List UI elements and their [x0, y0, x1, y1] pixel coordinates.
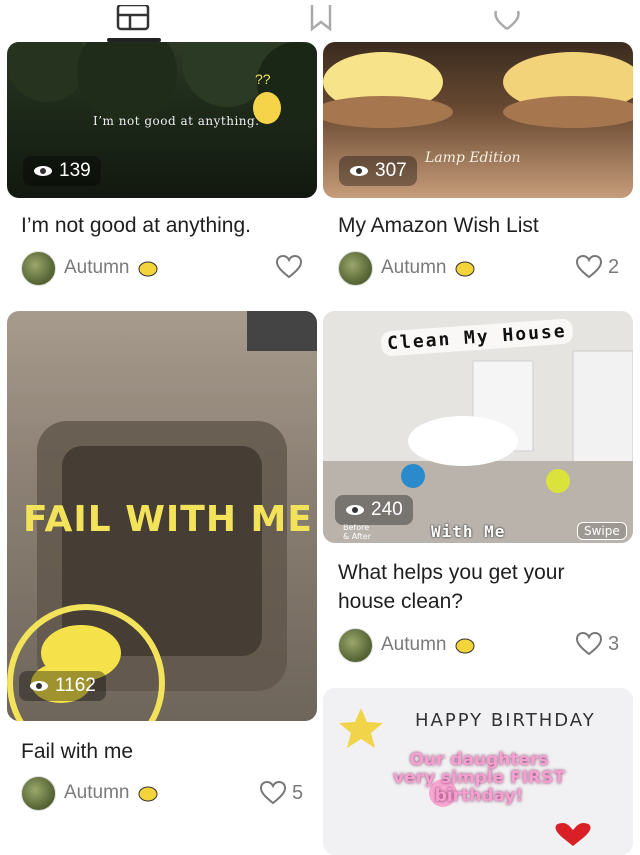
overlay-line3: birthday! — [434, 786, 524, 806]
overlay-line2: very simple FIRST — [393, 768, 565, 788]
overlay-top: HAPPY BIRTHDAY — [415, 710, 596, 731]
like-count: 5 — [292, 781, 304, 804]
author-name: Autumn — [64, 257, 130, 278]
avatar — [21, 775, 56, 811]
post-title-line1: What helps you get your — [338, 561, 565, 584]
view-count-badge: 240 — [335, 495, 413, 525]
overlay-text: FAIL WITH ME — [23, 499, 313, 540]
view-count: 240 — [371, 499, 403, 520]
lemon-icon — [455, 638, 475, 654]
lemon-icon — [455, 261, 475, 277]
active-tab-indicator — [107, 38, 161, 42]
eye-icon — [30, 681, 48, 691]
heart-icon — [576, 255, 602, 279]
eye-icon — [350, 166, 368, 176]
heart-icon — [260, 781, 286, 805]
eye-icon — [34, 166, 52, 176]
overlay-line1: Our daughters — [409, 750, 549, 770]
author-row[interactable]: Autumn — [21, 250, 159, 286]
lemon-icon — [138, 261, 158, 277]
heart-icon — [494, 10, 520, 30]
post-title[interactable]: My Amazon Wish List — [338, 211, 539, 240]
post-card-5[interactable]: HAPPY BIRTHDAY Our daughters very simple… — [323, 688, 633, 855]
overlay-tag: Swipe — [577, 522, 627, 540]
author-name: Autumn — [381, 634, 447, 655]
frog-sticker: ?? — [253, 72, 281, 124]
view-count-badge: 139 — [23, 156, 101, 186]
post-card-1[interactable]: I’m not good at anything. ?? 139 — [7, 42, 317, 198]
post-title-line2: house clean? — [338, 590, 463, 613]
view-count: 307 — [375, 160, 407, 181]
avatar — [21, 250, 56, 286]
avatar — [338, 627, 373, 663]
post-title[interactable]: Fail with me — [21, 737, 133, 766]
tab-liked[interactable] — [482, 0, 532, 40]
author-name: Autumn — [381, 257, 447, 278]
post-card-3[interactable]: FAIL WITH ME 1162 — [7, 311, 317, 721]
author-name: Autumn — [64, 782, 130, 803]
post-title[interactable]: I’m not good at anything. — [21, 211, 251, 240]
author-row[interactable]: Autumn — [338, 250, 476, 286]
overlay-small: Before & After — [343, 523, 371, 541]
heart-icon — [576, 632, 602, 656]
like-button[interactable]: 2 — [576, 255, 619, 279]
view-count: 139 — [59, 160, 91, 181]
svg-text:??: ?? — [255, 72, 271, 87]
like-button[interactable]: 3 — [576, 632, 619, 656]
author-row[interactable]: Autumn — [21, 775, 159, 811]
tab-grid[interactable] — [108, 0, 158, 40]
overlay-text: I’m not good at anything. — [93, 114, 260, 128]
bookmark-icon — [310, 5, 332, 32]
lemon-icon — [138, 786, 158, 802]
like-count: 2 — [608, 255, 620, 278]
layout-icon — [116, 5, 150, 31]
tab-saved[interactable] — [296, 0, 346, 40]
like-button[interactable]: 5 — [260, 781, 303, 805]
avatar — [338, 250, 373, 286]
like-button[interactable] — [276, 255, 302, 279]
post-card-4[interactable]: Clean My House With Me Swipe Before & Af… — [323, 311, 633, 543]
post-card-2[interactable]: Lamp Edition 307 — [323, 42, 633, 198]
view-count: 1162 — [55, 675, 96, 696]
heart-icon — [276, 255, 302, 279]
like-count: 3 — [608, 632, 620, 655]
post-title[interactable]: What helps you get your house clean? — [338, 558, 564, 616]
author-row[interactable]: Autumn — [338, 627, 476, 663]
top-tab-bar — [0, 0, 640, 42]
view-count-badge: 1162 — [19, 671, 106, 701]
view-count-badge: 307 — [339, 156, 417, 186]
eye-icon — [346, 505, 364, 515]
frog-sticker — [7, 604, 165, 721]
overlay-subtitle: With Me — [431, 522, 506, 541]
overlay-text: Lamp Edition — [425, 150, 521, 166]
